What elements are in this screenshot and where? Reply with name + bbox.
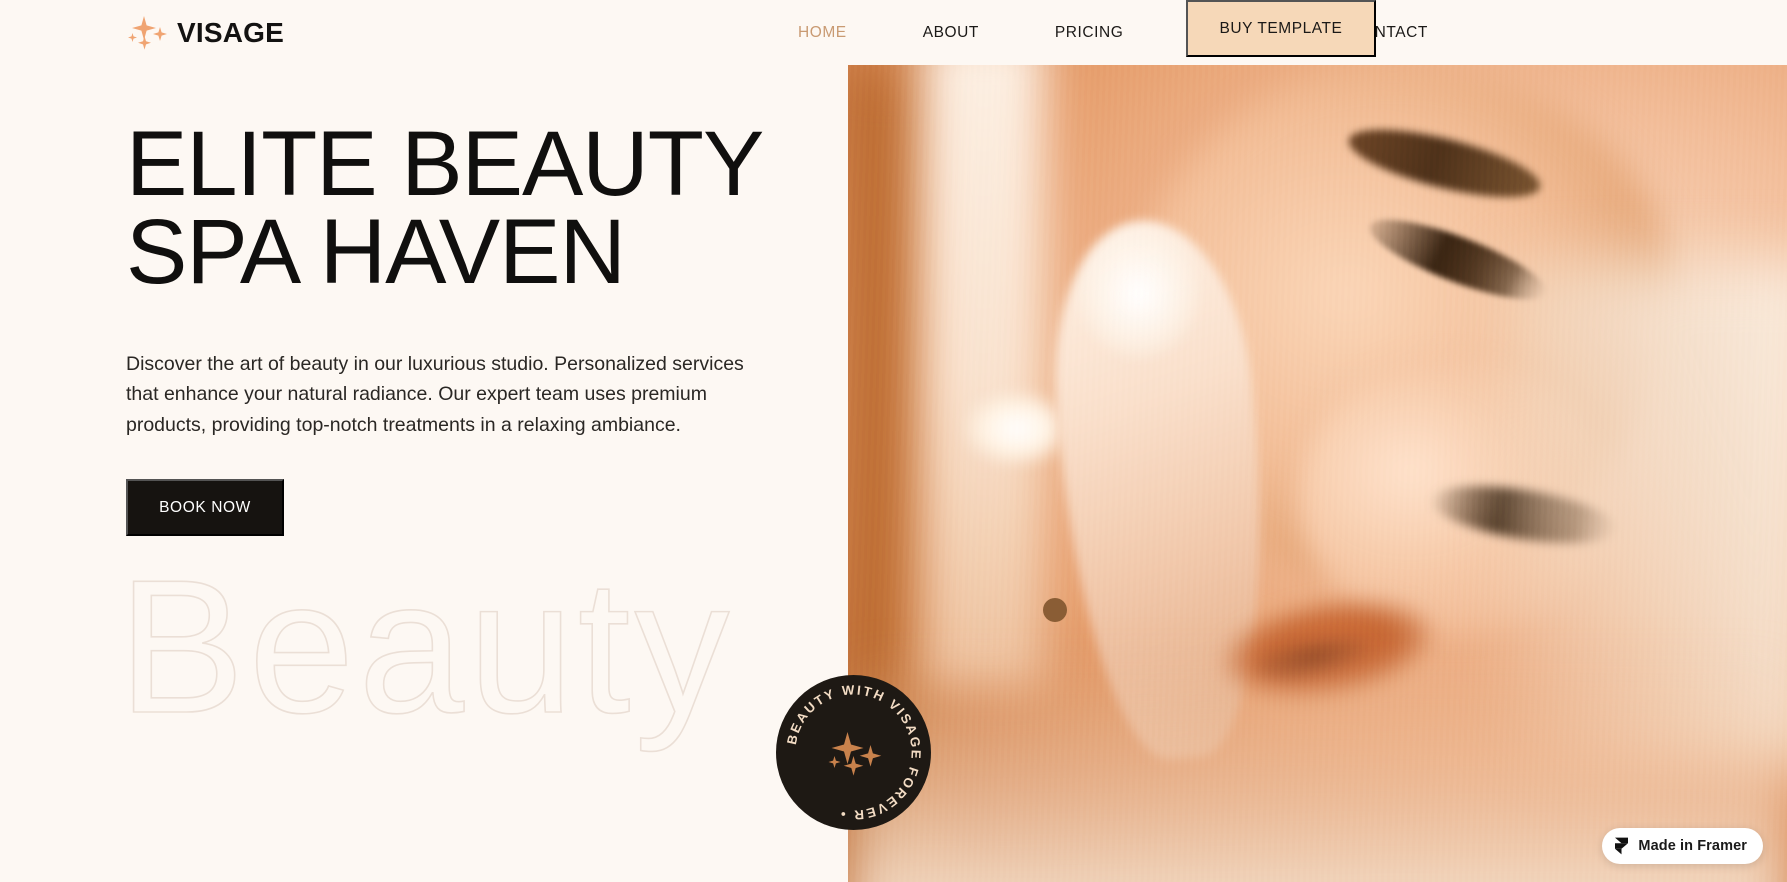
page-title: ELITE BEAUTY SPA HAVEN: [126, 113, 764, 304]
book-now-button[interactable]: BOOK NOW: [126, 479, 284, 537]
top-navigation-bar: VISAGE HOME ABOUT PRICING PAGES C: [0, 0, 1787, 65]
sparkles-icon: [126, 14, 168, 52]
nav-item-home-label: HOME: [798, 23, 847, 41]
hero-description: Discover the art of beauty in our luxuri…: [126, 352, 744, 436]
nav-item-about[interactable]: ABOUT: [885, 25, 1017, 41]
brand-logo[interactable]: VISAGE: [126, 0, 284, 65]
nav-item-home[interactable]: HOME: [760, 25, 885, 41]
buy-template-label: BUY TEMPLATE: [1219, 19, 1343, 37]
buy-template-button[interactable]: BUY TEMPLATE: [1186, 0, 1376, 57]
nav-item-pricing[interactable]: PRICING: [1017, 25, 1161, 41]
made-in-framer-label: Made in Framer: [1638, 838, 1747, 854]
decorative-outline-word: Beauty: [117, 541, 734, 753]
page-root: VISAGE HOME ABOUT PRICING PAGES C: [0, 0, 1787, 882]
nav-item-pricing-label: PRICING: [1054, 23, 1124, 41]
media-cursor-dot[interactable]: [1043, 598, 1067, 622]
brand-name: VISAGE: [177, 16, 285, 48]
made-in-framer-badge[interactable]: Made in Framer: [1602, 828, 1763, 864]
hero-image: [848, 65, 1787, 882]
hero-content: ELITE BEAUTY SPA HAVEN Discover the art …: [126, 113, 816, 537]
rotating-seal-badge[interactable]: BEAUTY WITH VISAGE FOREVER •: [776, 675, 931, 830]
spa-facial-photo: [848, 65, 1787, 882]
nav-item-about-label: ABOUT: [922, 23, 979, 41]
framer-logo-icon: [1614, 837, 1629, 855]
book-now-label: BOOK NOW: [159, 498, 251, 516]
